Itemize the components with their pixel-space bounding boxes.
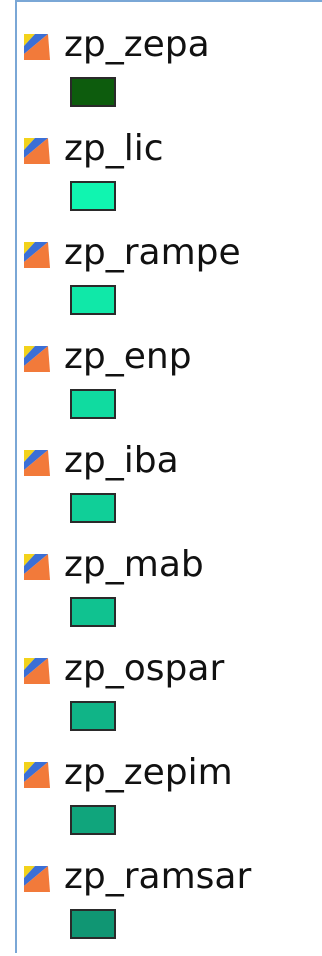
polygon-layer-icon [24, 450, 50, 476]
polygon-layer-icon [24, 554, 50, 580]
layer-item-zp-ramsar[interactable]: zp_ramsar [18, 852, 318, 956]
layer-header[interactable]: zp_zepa [18, 20, 318, 72]
layer-name[interactable]: zp_rampe [64, 230, 241, 276]
symbol-swatch[interactable] [70, 77, 116, 107]
layer-item-zp-lic[interactable]: zp_lic [18, 124, 318, 228]
symbol-swatch[interactable] [70, 389, 116, 419]
layer-header[interactable]: zp_lic [18, 124, 318, 176]
symbol-swatch[interactable] [70, 701, 116, 731]
layer-name[interactable]: zp_iba [64, 438, 179, 484]
layer-name[interactable]: zp_ramsar [64, 854, 251, 900]
layer-item-zp-iba[interactable]: zp_iba [18, 436, 318, 540]
layers-panel: zp_zepa zp_lic zp_rampe zp_enp zp_iba zp… [0, 0, 322, 953]
layer-header[interactable]: zp_enp [18, 332, 318, 384]
layer-item-zp-enp[interactable]: zp_enp [18, 332, 318, 436]
symbol-swatch[interactable] [70, 181, 116, 211]
layer-name[interactable]: zp_lic [64, 126, 164, 172]
polygon-layer-icon [24, 866, 50, 892]
layer-header[interactable]: zp_ramsar [18, 852, 318, 904]
symbol-swatch[interactable] [70, 285, 116, 315]
polygon-layer-icon [24, 658, 50, 684]
layer-item-zp-zepim[interactable]: zp_zepim [18, 748, 318, 852]
symbol-swatch[interactable] [70, 493, 116, 523]
polygon-layer-icon [24, 138, 50, 164]
polygon-layer-icon [24, 34, 50, 60]
layer-header[interactable]: zp_rampe [18, 228, 318, 280]
layer-header[interactable]: zp_iba [18, 436, 318, 488]
polygon-layer-icon [24, 346, 50, 372]
symbol-swatch[interactable] [70, 805, 116, 835]
polygon-layer-icon [24, 762, 50, 788]
layer-header[interactable]: zp_ospar [18, 644, 318, 696]
layer-header[interactable]: zp_zepim [18, 748, 318, 800]
polygon-layer-icon [24, 242, 50, 268]
layer-item-zp-rampe[interactable]: zp_rampe [18, 228, 318, 332]
layer-name[interactable]: zp_zepa [64, 22, 210, 68]
layer-header[interactable]: zp_mab [18, 540, 318, 592]
layer-item-zp-ospar[interactable]: zp_ospar [18, 644, 318, 748]
layer-name[interactable]: zp_enp [64, 334, 192, 380]
layer-name[interactable]: zp_mab [64, 542, 204, 588]
layer-item-zp-mab[interactable]: zp_mab [18, 540, 318, 644]
layer-item-zp-zepa[interactable]: zp_zepa [18, 20, 318, 124]
symbol-swatch[interactable] [70, 597, 116, 627]
layer-name[interactable]: zp_ospar [64, 646, 224, 692]
layer-name[interactable]: zp_zepim [64, 750, 233, 796]
symbol-swatch[interactable] [70, 909, 116, 939]
layer-tree: zp_zepa zp_lic zp_rampe zp_enp zp_iba zp… [0, 0, 322, 953]
